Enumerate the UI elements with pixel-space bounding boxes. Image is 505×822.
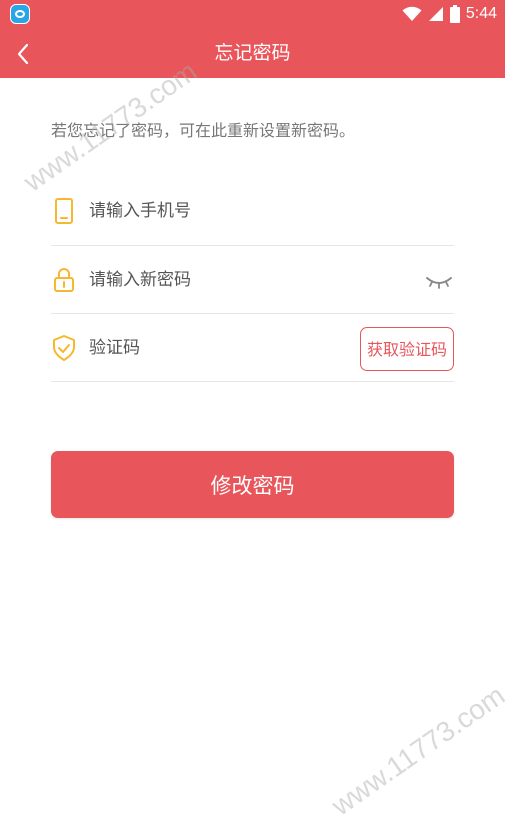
status-icons: 5:44: [402, 3, 497, 25]
get-code-button[interactable]: 获取验证码: [360, 327, 454, 371]
verification-code-row: 获取验证码: [51, 314, 454, 382]
signal-icon: [428, 7, 443, 21]
battery-icon: [449, 5, 460, 23]
status-time: 5:44: [465, 5, 497, 22]
eye-closed-icon: [426, 277, 452, 289]
watermark-text: www.11773.com: [326, 679, 505, 822]
change-password-button[interactable]: 修改密码: [51, 451, 454, 518]
shield-check-icon: [53, 335, 75, 361]
password-row: [51, 246, 454, 314]
password-visibility-toggle[interactable]: [424, 272, 454, 292]
app-notification-icon: [10, 4, 30, 24]
hint-text: 若您忘记了密码，可在此重新设置新密码。: [51, 121, 356, 140]
status-bar: 5:44: [0, 0, 505, 28]
phone-input[interactable]: [89, 196, 449, 226]
phone-icon: [55, 198, 73, 224]
phone-row: [51, 178, 454, 246]
wifi-icon: [402, 6, 422, 21]
verification-code-input[interactable]: [89, 333, 349, 363]
page-title: 忘记密码: [214, 42, 291, 64]
lock-icon: [54, 268, 74, 292]
app-toolbar: 忘记密码: [0, 28, 505, 78]
new-password-input[interactable]: [89, 265, 409, 295]
